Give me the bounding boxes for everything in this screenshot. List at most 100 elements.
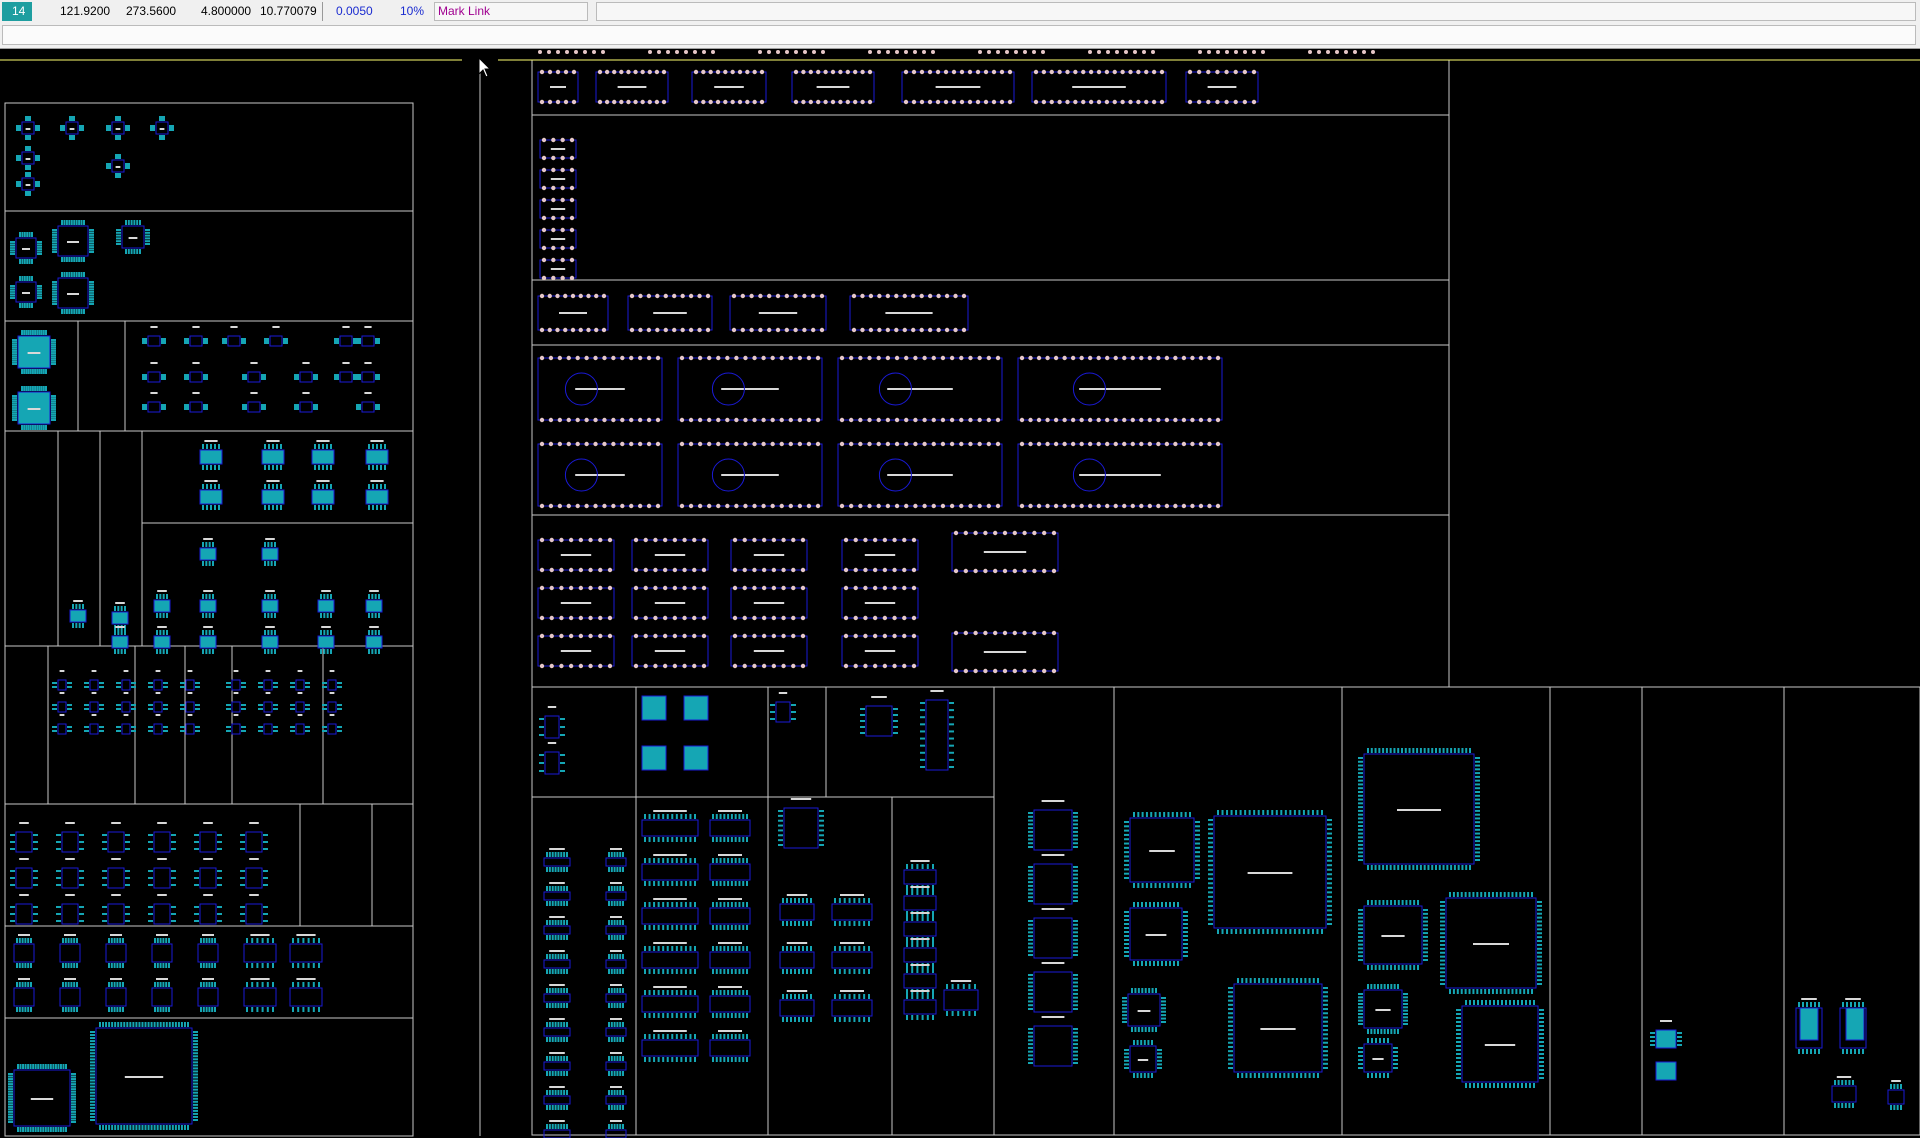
pad (297, 963, 300, 968)
footprint-outline (605, 891, 627, 901)
pad (1893, 1084, 1896, 1089)
pad (608, 886, 610, 891)
pad (1358, 1063, 1363, 1065)
pad (261, 374, 266, 376)
pad (84, 704, 89, 706)
pad (1423, 939, 1428, 942)
silkscreen-label (786, 990, 808, 992)
pad (8, 1075, 13, 1078)
pad (1019, 441, 1025, 447)
pad (808, 69, 813, 75)
pad (557, 1022, 560, 1027)
pad (161, 408, 166, 410)
pad (548, 935, 551, 940)
pad (1154, 883, 1157, 888)
pad (694, 1057, 696, 1062)
pad (1397, 748, 1400, 753)
pad (37, 294, 42, 297)
pad (860, 714, 865, 716)
pad (1358, 1006, 1363, 1009)
pad (142, 376, 147, 378)
pad (119, 154, 121, 159)
silkscreen-label (864, 554, 896, 556)
pad (551, 1090, 554, 1095)
pad (73, 963, 76, 968)
command-line[interactable] (2, 25, 1916, 45)
pad (1183, 939, 1188, 941)
pad (1440, 943, 1445, 946)
pad (187, 1022, 189, 1027)
pad (742, 615, 747, 621)
pad (337, 704, 342, 706)
pad (619, 954, 622, 959)
pcb-layout-canvas[interactable] (0, 48, 1920, 1138)
pad (1073, 981, 1078, 984)
pad (1456, 1009, 1461, 1011)
footprint-outline (245, 903, 263, 925)
pad (52, 281, 57, 283)
pad (712, 969, 714, 974)
pad (165, 1022, 168, 1027)
pad (241, 682, 246, 684)
footprint-library-drawing[interactable] (0, 48, 1920, 1138)
silkscreen-label (59, 670, 65, 672)
pad (200, 938, 202, 943)
pad (738, 1034, 741, 1039)
pad (1073, 896, 1078, 899)
pad (1073, 888, 1078, 891)
pad (810, 994, 812, 999)
layer-indicator[interactable]: 14 (2, 2, 32, 21)
pad (957, 1011, 960, 1016)
pad (644, 858, 646, 863)
pad (1475, 809, 1480, 812)
pad (375, 376, 380, 378)
silkscreen-label (67, 293, 79, 295)
pad (1242, 69, 1248, 75)
pad (156, 1022, 159, 1027)
pad (712, 1034, 714, 1039)
pad (830, 69, 836, 75)
pad (1073, 892, 1078, 895)
pad (731, 327, 737, 333)
pad (1440, 920, 1445, 923)
pad (1028, 1039, 1033, 1042)
pad (927, 99, 933, 105)
pad (1155, 988, 1157, 993)
pad (834, 946, 836, 951)
pad (584, 355, 589, 361)
pad (612, 99, 617, 105)
pad (1403, 1003, 1408, 1005)
pad (184, 408, 189, 410)
pad (1124, 50, 1128, 54)
pad (1539, 1021, 1544, 1023)
pad (1378, 748, 1381, 753)
pad (983, 568, 988, 574)
pad (272, 982, 274, 987)
pad (83, 257, 85, 262)
pad (1531, 989, 1533, 994)
pad (1196, 99, 1202, 105)
pad (1124, 951, 1129, 953)
pad (1228, 1045, 1233, 1048)
pad (719, 990, 722, 995)
footprint-outline (57, 723, 67, 735)
pad (222, 342, 227, 344)
pad (1180, 812, 1183, 817)
pad (858, 946, 861, 951)
mode-box[interactable]: Mark Link (434, 2, 588, 21)
pad (1271, 929, 1274, 934)
pad (653, 902, 656, 907)
silkscreen-label (64, 934, 76, 936)
silkscreen-label (1079, 388, 1161, 390)
pad (616, 935, 619, 940)
pad (8, 1085, 13, 1088)
pad (1323, 1024, 1328, 1027)
pad (554, 1022, 557, 1027)
silkscreen-label (370, 480, 384, 482)
pad (10, 848, 15, 850)
pad (868, 898, 870, 903)
pad (1028, 1058, 1033, 1061)
pad (171, 834, 176, 836)
pad (125, 167, 130, 169)
pad (926, 968, 929, 973)
